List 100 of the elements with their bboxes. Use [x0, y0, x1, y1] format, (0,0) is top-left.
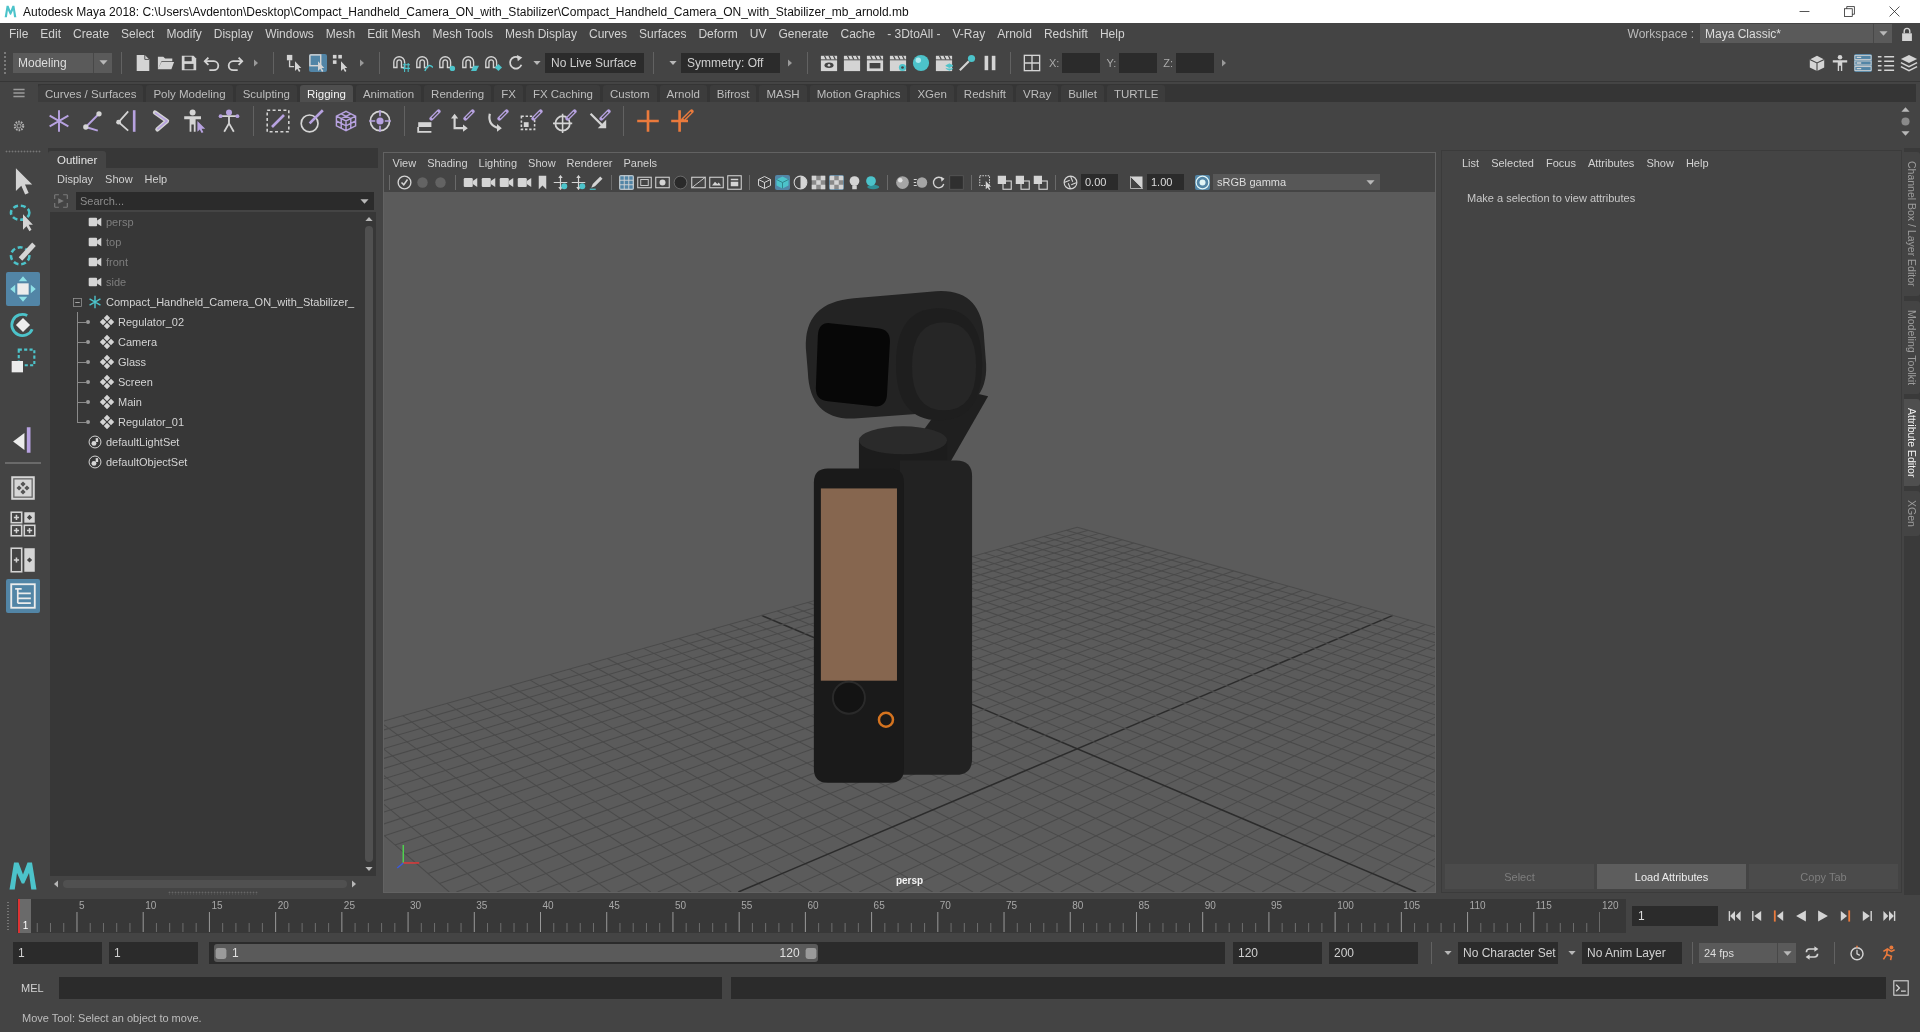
- caret-up-icon[interactable]: [1901, 104, 1910, 114]
- scene-view[interactable]: persp: [384, 192, 1435, 892]
- menu-item[interactable]: Arnold: [991, 26, 1038, 41]
- target-circle-icon[interactable]: [368, 109, 392, 133]
- close-icon[interactable]: [1889, 6, 1900, 17]
- menu-item[interactable]: Create: [67, 26, 116, 41]
- menu-item[interactable]: Help: [138, 173, 174, 185]
- checker-icon[interactable]: [829, 174, 844, 190]
- script-editor-icon[interactable]: [1892, 980, 1909, 996]
- running-figure-icon[interactable]: [1881, 945, 1897, 961]
- shelf-tab[interactable]: Animation: [355, 85, 422, 102]
- menu-item[interactable]: Help: [1679, 157, 1715, 169]
- caret-right-icon[interactable]: [350, 879, 358, 888]
- outliner-item[interactable]: Regulator_01: [118, 416, 185, 428]
- view-transform-dropdown[interactable]: sRGB gamma: [1213, 174, 1380, 190]
- skip-start-icon[interactable]: [1728, 909, 1742, 923]
- slider-knob-icon[interactable]: [215, 945, 227, 961]
- live-surface-field[interactable]: No Live Surface: [545, 52, 644, 73]
- menu-item[interactable]: Curves: [583, 26, 634, 41]
- side-tab[interactable]: Attribute Editor: [1904, 398, 1920, 487]
- light-wand-icon[interactable]: [957, 53, 976, 72]
- dot-icon[interactable]: [433, 174, 448, 190]
- menu-item[interactable]: Mesh Tools: [426, 26, 499, 41]
- menu-item[interactable]: V-Ray: [946, 26, 992, 41]
- diagonal-frame-icon[interactable]: [691, 174, 706, 190]
- shelf-tab[interactable]: Motion Graphics: [809, 85, 908, 102]
- gamma-field[interactable]: 1.00: [1147, 174, 1184, 190]
- diagonal-square-icon[interactable]: [1129, 174, 1144, 190]
- crosshair-link-icon[interactable]: [553, 109, 577, 133]
- diamond-magnet-icon[interactable]: [483, 53, 502, 72]
- circle-stroke-icon[interactable]: [300, 109, 324, 133]
- menu-item[interactable]: Show: [99, 173, 139, 185]
- menu-item[interactable]: Lighting: [473, 156, 523, 169]
- shelf-tab[interactable]: Redshift: [956, 85, 1013, 102]
- dashed-square-icon[interactable]: [266, 109, 290, 133]
- cross-arrows-icon[interactable]: [571, 174, 586, 190]
- light-bulb-icon[interactable]: [847, 174, 862, 190]
- caret-down-icon[interactable]: [1901, 128, 1910, 138]
- search-field[interactable]: Search...: [76, 192, 374, 210]
- shelf-tab[interactable]: Custom: [602, 85, 657, 102]
- step-back-icon[interactable]: [1750, 909, 1764, 923]
- menu-item[interactable]: Focus: [1539, 157, 1582, 169]
- caret-down-icon[interactable]: [1568, 949, 1576, 957]
- shelf-tab[interactable]: Bifrost: [709, 85, 757, 102]
- outliner-item[interactable]: defaultObjectSet: [106, 456, 188, 468]
- figure-cursor-icon[interactable]: [183, 109, 207, 133]
- menu-item[interactable]: Redshift: [1037, 26, 1094, 41]
- skip-end-icon[interactable]: [1882, 909, 1896, 923]
- symmetry-field[interactable]: Symmetry: Off: [681, 52, 780, 73]
- menu-item[interactable]: Surfaces: [633, 26, 693, 41]
- lattice-icon[interactable]: [334, 109, 358, 133]
- menu-item[interactable]: Display: [207, 26, 260, 41]
- shelf-tab[interactable]: TURTLE: [1106, 85, 1166, 102]
- component-select-icon[interactable]: [331, 53, 350, 72]
- menu-item[interactable]: Select: [115, 26, 161, 41]
- menu-item[interactable]: View: [387, 156, 422, 169]
- layers-icon[interactable]: [1899, 53, 1918, 72]
- save-icon[interactable]: [179, 53, 198, 72]
- play-backward-icon[interactable]: [1794, 909, 1808, 923]
- menu-item[interactable]: Show: [522, 156, 562, 169]
- menu-item[interactable]: Windows: [259, 26, 320, 41]
- caret-down-icon[interactable]: [365, 865, 373, 873]
- settings-icon[interactable]: [13, 120, 25, 132]
- time-slider[interactable]: 5 10 15 20 25 30 35 40 45 50 55 60 65 70 75 80 85 90 95 100 105 110 115 120 1: [17, 899, 1626, 933]
- wireframe-cube-icon[interactable]: [757, 174, 772, 190]
- collapse-box-icon[interactable]: [73, 297, 82, 307]
- current-frame-field[interactable]: 1: [1632, 906, 1718, 926]
- input-field[interactable]: [1119, 52, 1158, 73]
- bar-link-icon[interactable]: [417, 109, 441, 133]
- lock-icon[interactable]: [1900, 26, 1914, 41]
- input-field[interactable]: [1062, 52, 1101, 73]
- workspace-dropdown[interactable]: Maya Classic*: [1700, 24, 1892, 43]
- plane-magnet-icon[interactable]: [460, 53, 479, 72]
- menu-item[interactable]: Renderer: [561, 156, 618, 169]
- play-icon[interactable]: [1816, 909, 1830, 923]
- dot-icon[interactable]: [1901, 116, 1910, 126]
- collapse-arrow-icon[interactable]: [1220, 58, 1228, 67]
- range-handle[interactable]: 1 120: [214, 944, 818, 962]
- cube-icon[interactable]: [775, 174, 790, 190]
- menu-item[interactable]: File: [3, 26, 35, 41]
- shelf-tab[interactable]: Rigging: [299, 85, 353, 102]
- collapse-arrow-icon[interactable]: [786, 58, 794, 67]
- plus-icon[interactable]: [636, 109, 660, 133]
- aperture-icon[interactable]: [1063, 174, 1078, 190]
- shelf-tab[interactable]: Curves / Surfaces: [38, 85, 144, 102]
- menu-item[interactable]: - 3DtoAll -: [881, 26, 947, 41]
- shelf-tab[interactable]: Bullet: [1061, 85, 1104, 102]
- caret-down-icon[interactable]: [360, 196, 369, 206]
- caret-down-icon[interactable]: [533, 58, 541, 67]
- restore-icon[interactable]: [1844, 6, 1855, 17]
- overlap-squares-icon[interactable]: [997, 174, 1012, 190]
- side-tab[interactable]: Modeling Toolkit: [1904, 300, 1920, 394]
- side-tab[interactable]: XGen: [1904, 491, 1920, 536]
- outliner-item[interactable]: Regulator_02: [118, 316, 185, 328]
- input-field[interactable]: [1176, 52, 1214, 73]
- plus-link-icon[interactable]: [670, 109, 694, 133]
- menu-item[interactable]: Selected: [1485, 157, 1540, 169]
- checker-icon[interactable]: [811, 174, 826, 190]
- point-magnet-icon[interactable]: [437, 53, 456, 72]
- step-forward-icon[interactable]: [1860, 909, 1874, 923]
